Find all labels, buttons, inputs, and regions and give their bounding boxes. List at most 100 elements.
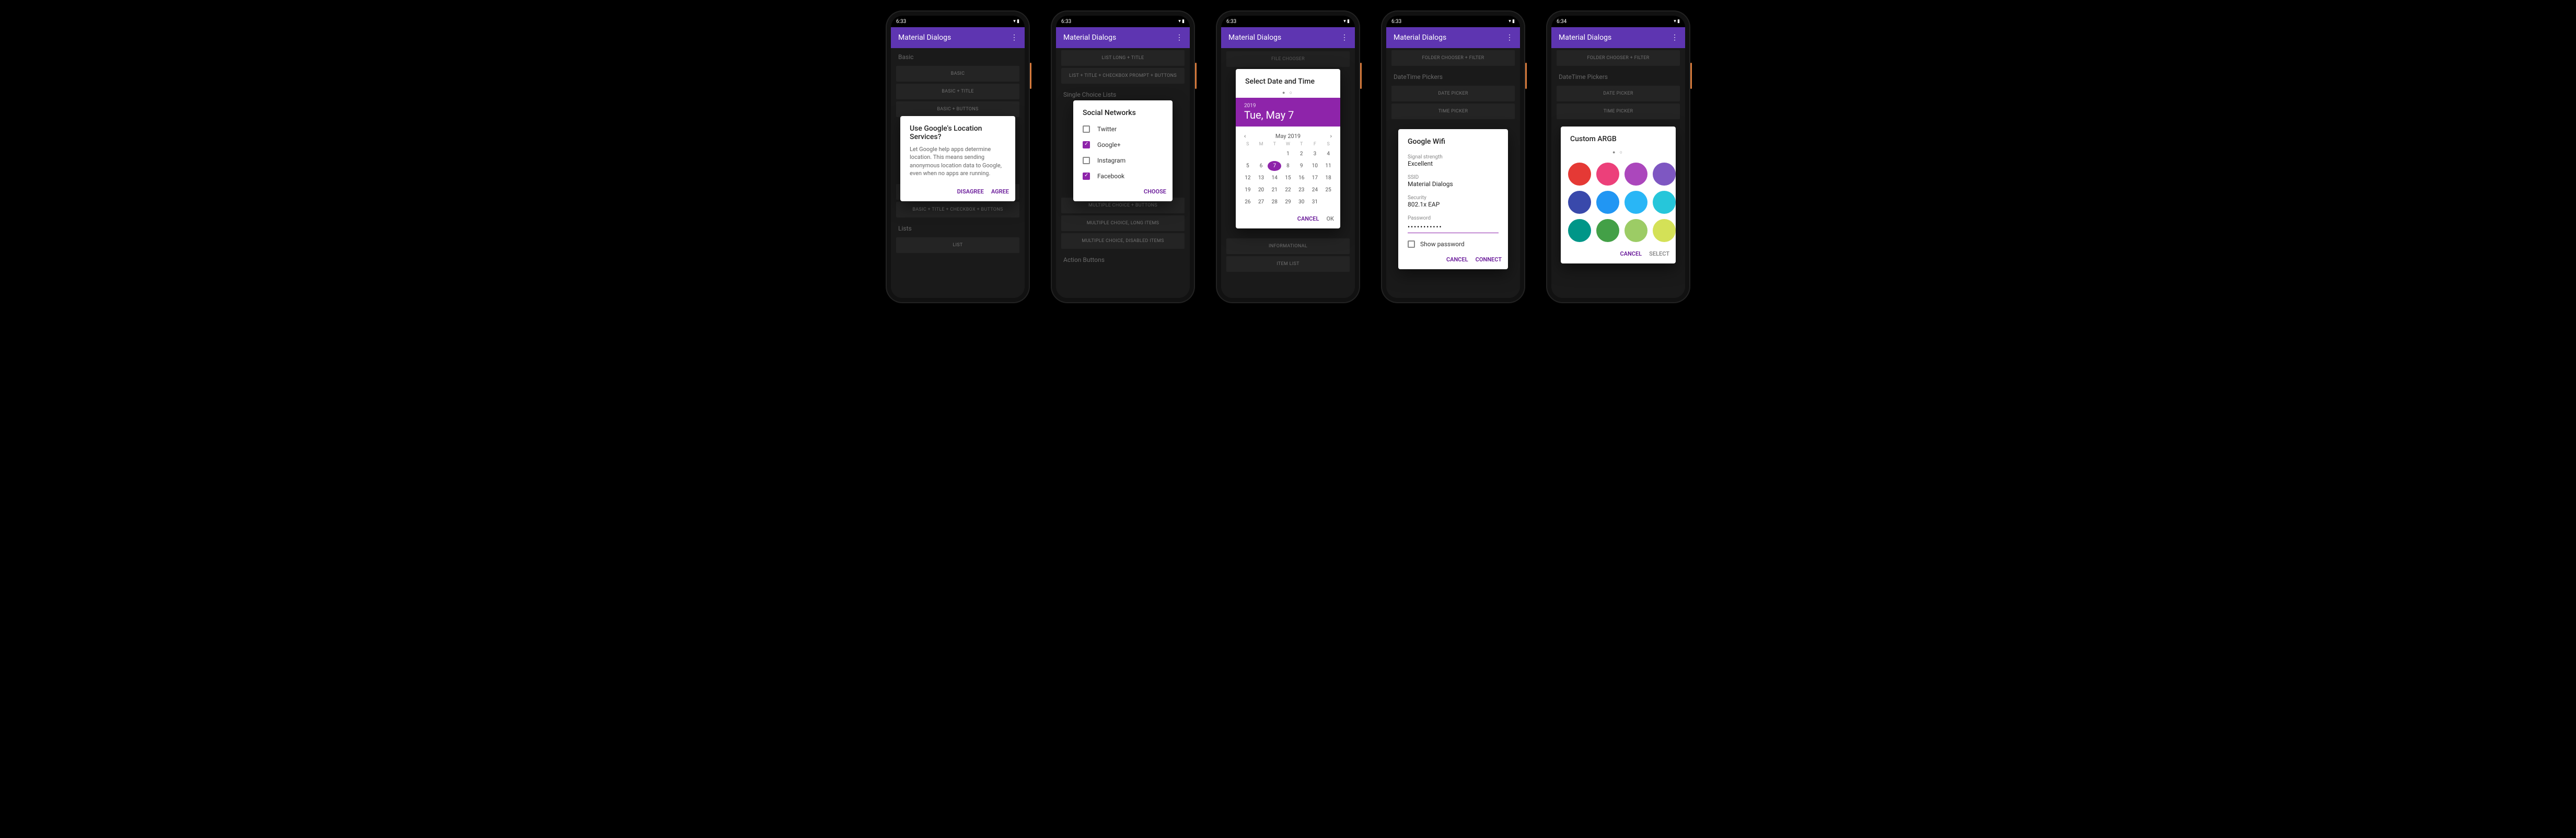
app-title: Material Dialogs <box>1394 33 1446 42</box>
list-item[interactable]: Google+ <box>1073 137 1173 153</box>
color-swatch[interactable] <box>1624 163 1647 186</box>
connect-button[interactable]: CONNECT <box>1476 256 1502 263</box>
list-item-label: Instagram <box>1097 157 1125 164</box>
calendar-day[interactable]: 12 <box>1241 173 1255 183</box>
app-bar: Material Dialogs ⋮ <box>1221 27 1355 48</box>
app-title: Material Dialogs <box>1228 33 1281 42</box>
password-input[interactable] <box>1408 221 1499 233</box>
select-button[interactable]: SELECT <box>1649 250 1669 257</box>
calendar-day[interactable]: 18 <box>1321 173 1335 183</box>
pager-dots: ● ○ <box>1561 147 1676 157</box>
calendar-day[interactable]: 21 <box>1268 185 1281 195</box>
calendar-day[interactable]: 3 <box>1308 149 1322 159</box>
date-header: 2019 Tue, May 7 <box>1236 98 1340 127</box>
calendar-day[interactable]: 27 <box>1255 197 1268 207</box>
calendar-day[interactable]: 26 <box>1241 197 1255 207</box>
calendar-day[interactable]: 31 <box>1308 197 1322 207</box>
overflow-icon[interactable]: ⋮ <box>1506 33 1513 42</box>
pager-dots: ● ○ <box>1236 88 1340 98</box>
overflow-icon[interactable]: ⋮ <box>1176 33 1182 42</box>
status-icons: ▾ ▮ <box>1674 19 1680 24</box>
phone-frame-5: 6:34 ▾ ▮ Material Dialogs ⋮ FOLDER CHOOS… <box>1546 10 1690 303</box>
calendar-day[interactable]: 1 <box>1281 149 1295 159</box>
checkbox-icon[interactable] <box>1083 157 1090 164</box>
color-swatch[interactable] <box>1568 191 1591 214</box>
list-item[interactable]: Twitter <box>1073 121 1173 137</box>
calendar-day[interactable]: 16 <box>1295 173 1308 183</box>
color-swatch[interactable] <box>1596 219 1619 242</box>
month-label: May 2019 <box>1275 133 1301 140</box>
color-swatch[interactable] <box>1624 219 1647 242</box>
calendar-day[interactable]: 11 <box>1321 161 1335 171</box>
date-year[interactable]: 2019 <box>1244 103 1332 109</box>
dialog-title: Use Google's Location Services? <box>900 116 1015 145</box>
list-item[interactable]: Facebook <box>1073 168 1173 184</box>
phone-frame-2: 6:33 ▾ ▮ Material Dialogs ⋮ LIST LONG + … <box>1051 10 1195 303</box>
calendar-day[interactable]: 17 <box>1308 173 1322 183</box>
color-swatch[interactable] <box>1624 191 1647 214</box>
ok-button[interactable]: OK <box>1326 215 1334 222</box>
field-label: Signal strength <box>1398 150 1508 160</box>
choice-dialog: Social Networks TwitterGoogle+InstagramF… <box>1073 100 1173 201</box>
color-swatch[interactable] <box>1596 163 1619 186</box>
calendar-day[interactable]: 2 <box>1295 149 1308 159</box>
color-swatch[interactable] <box>1568 163 1591 186</box>
date-day-label[interactable]: Tue, May 7 <box>1244 109 1332 121</box>
next-month-icon[interactable]: › <box>1330 133 1332 140</box>
calendar-day <box>1241 149 1255 159</box>
calendar-day[interactable]: 20 <box>1255 185 1268 195</box>
color-swatch[interactable] <box>1568 219 1591 242</box>
calendar-day[interactable]: 28 <box>1268 197 1281 207</box>
phone-frame-4: 6:33 ▾ ▮ Material Dialogs ⋮ FOLDER CHOOS… <box>1381 10 1525 303</box>
app-title: Material Dialogs <box>898 33 951 42</box>
calendar-day[interactable]: 24 <box>1308 185 1322 195</box>
overflow-icon[interactable]: ⋮ <box>1341 33 1348 42</box>
app-bar: Material Dialogs ⋮ <box>1056 27 1190 48</box>
calendar-day[interactable]: 30 <box>1295 197 1308 207</box>
checkbox-icon[interactable] <box>1083 141 1090 148</box>
overflow-icon[interactable]: ⋮ <box>1671 33 1678 42</box>
dow-label: S <box>1321 142 1335 147</box>
overflow-icon[interactable]: ⋮ <box>1011 33 1017 42</box>
agree-button[interactable]: AGREE <box>991 188 1009 195</box>
calendar-day <box>1255 149 1268 159</box>
calendar-day[interactable]: 8 <box>1281 161 1295 171</box>
choose-button[interactable]: CHOOSE <box>1144 188 1166 195</box>
field-value: Material Dialogs <box>1398 180 1508 191</box>
prev-month-icon[interactable]: ‹ <box>1244 133 1246 140</box>
cancel-button[interactable]: CANCEL <box>1446 256 1468 263</box>
disagree-button[interactable]: DISAGREE <box>957 188 984 195</box>
app-bar: Material Dialogs ⋮ <box>1551 27 1685 48</box>
calendar-day[interactable]: 15 <box>1281 173 1295 183</box>
calendar-day[interactable]: 29 <box>1281 197 1295 207</box>
color-swatch[interactable] <box>1653 219 1676 242</box>
checkbox-icon[interactable] <box>1083 125 1090 133</box>
calendar-day[interactable]: 19 <box>1241 185 1255 195</box>
calendar-day[interactable]: 13 <box>1255 173 1268 183</box>
color-swatch[interactable] <box>1653 163 1676 186</box>
calendar-day[interactable]: 4 <box>1321 149 1335 159</box>
show-password-checkbox[interactable] <box>1408 240 1415 248</box>
list-item[interactable]: Instagram <box>1073 153 1173 168</box>
color-swatch[interactable] <box>1653 191 1676 214</box>
calendar-day[interactable]: 22 <box>1281 185 1295 195</box>
calendar-day[interactable]: 14 <box>1268 173 1281 183</box>
calendar-day[interactable]: 5 <box>1241 161 1255 171</box>
calendar-day[interactable]: 6 <box>1255 161 1268 171</box>
wifi-dialog: Google Wifi Signal strengthExcellentSSID… <box>1398 129 1508 269</box>
status-time: 6:34 <box>1557 19 1567 25</box>
password-label: Password <box>1398 211 1508 221</box>
calendar-day[interactable]: 23 <box>1295 185 1308 195</box>
calendar-day[interactable]: 25 <box>1321 185 1335 195</box>
phone-frame-1: 6:33 ▾ ▮ Material Dialogs ⋮ Basic BASIC … <box>886 10 1030 303</box>
calendar-day[interactable]: 7 <box>1268 161 1281 171</box>
calendar-day[interactable]: 9 <box>1295 161 1308 171</box>
checkbox-icon[interactable] <box>1083 173 1090 180</box>
cancel-button[interactable]: CANCEL <box>1297 215 1319 222</box>
calendar-day[interactable]: 10 <box>1308 161 1322 171</box>
color-swatch[interactable] <box>1596 191 1619 214</box>
list-item-label: Facebook <box>1097 173 1124 180</box>
dialog-title: Custom ARGB <box>1561 127 1676 147</box>
cancel-button[interactable]: CANCEL <box>1620 250 1642 257</box>
status-time: 6:33 <box>1061 19 1071 25</box>
